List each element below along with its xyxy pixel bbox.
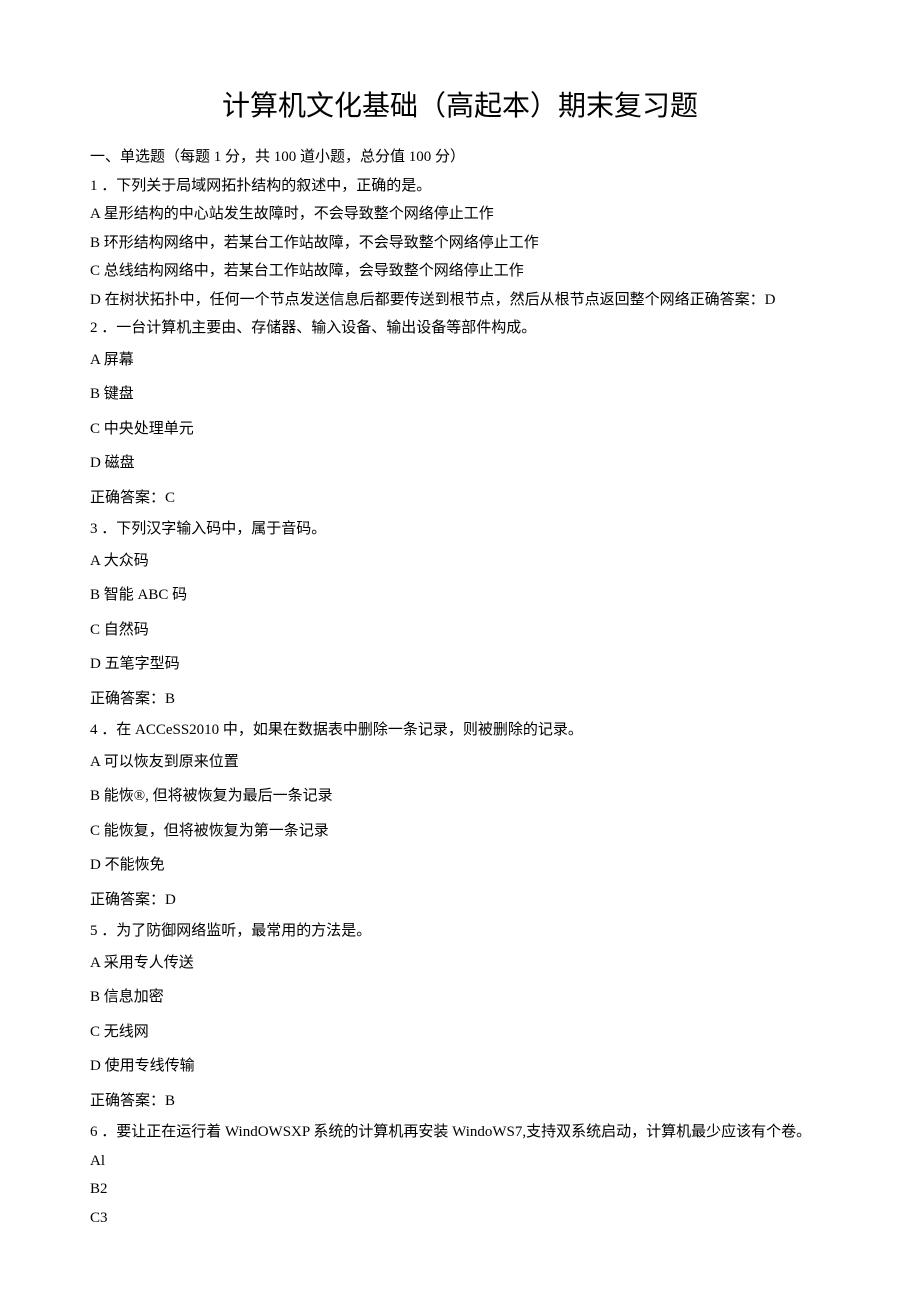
q5-option-d: D 使用专线传输 <box>90 1049 830 1084</box>
q1-option-a: A 星形结构的中心站发生故障时，不会导致整个网络停止工作 <box>90 200 830 229</box>
q4-option-c: C 能恢复，但将被恢复为第一条记录 <box>90 814 830 849</box>
q5-answer: 正确答案：B <box>90 1084 830 1119</box>
q6-stem: 6 ．要让正在运行着 WindOWSXP 系统的计算机再安装 WindoWS7,… <box>90 1118 830 1147</box>
page-title: 计算机文化基础（高起本）期末复习题 <box>90 80 830 133</box>
q6-option-c: C3 <box>90 1204 830 1233</box>
section-header: 一、单选题（每题 1 分，共 100 道小题，总分值 100 分） <box>90 143 830 172</box>
q3-answer: 正确答案：B <box>90 682 830 717</box>
q1-option-d: D 在树状拓扑中，任何一个节点发送信息后都要传送到根节点，然后从根节点返回整个网… <box>90 286 830 315</box>
q2-option-c: C 中央处理单元 <box>90 412 830 447</box>
q4-answer: 正确答案：D <box>90 883 830 918</box>
q2-option-d: D 磁盘 <box>90 446 830 481</box>
q4-stem: 4 ．在 ACCeSS2010 中，如果在数据表中删除一条记录，则被删除的记录。 <box>90 716 830 745</box>
q1-option-b: B 环形结构网络中，若某台工作站故障，不会导致整个网络停止工作 <box>90 229 830 258</box>
q2-option-a: A 屏幕 <box>90 343 830 378</box>
q6-option-b: B2 <box>90 1175 830 1204</box>
q4-option-b: B 能恢®, 但将被恢复为最后一条记录 <box>90 779 830 814</box>
q3-option-a: A 大众码 <box>90 544 830 579</box>
q3-option-c: C 自然码 <box>90 613 830 648</box>
q6-option-a: Al <box>90 1147 830 1176</box>
q3-stem: 3 ．下列汉字输入码中，属于音码。 <box>90 515 830 544</box>
q2-stem: 2 ．一台计算机主要由、存储器、输入设备、输出设备等部件构成。 <box>90 314 830 343</box>
q5-stem: 5 ．为了防御网络监听，最常用的方法是。 <box>90 917 830 946</box>
q5-option-a: A 采用专人传送 <box>90 946 830 981</box>
q2-answer: 正确答案：C <box>90 481 830 516</box>
q4-option-d: D 不能恢免 <box>90 848 830 883</box>
q4-option-a: A 可以恢友到原来位置 <box>90 745 830 780</box>
q3-option-b: B 智能 ABC 码 <box>90 578 830 613</box>
q5-option-c: C 无线网 <box>90 1015 830 1050</box>
q1-stem: 1 ．下列关于局域网拓扑结构的叙述中，正确的是。 <box>90 172 830 201</box>
q1-option-c: C 总线结构网络中，若某台工作站故障，会导致整个网络停止工作 <box>90 257 830 286</box>
q3-option-d: D 五笔字型码 <box>90 647 830 682</box>
q5-option-b: B 信息加密 <box>90 980 830 1015</box>
q2-option-b: B 键盘 <box>90 377 830 412</box>
